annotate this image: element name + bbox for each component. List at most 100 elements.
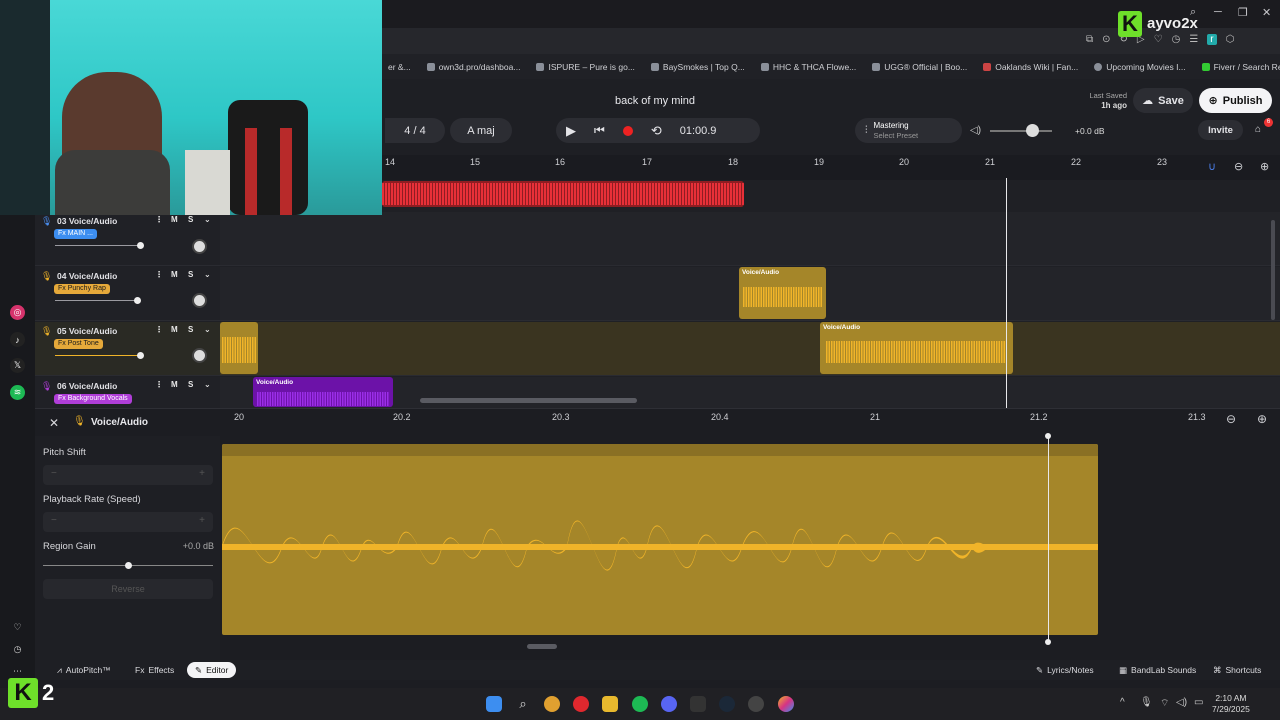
- track-name[interactable]: 04 Voice/Audio: [57, 271, 117, 281]
- audio-region-red[interactable]: [382, 181, 744, 207]
- track-volume-slider[interactable]: [55, 245, 140, 246]
- app-icon[interactable]: [748, 696, 764, 712]
- track-fx-chip[interactable]: Fx Post Tone: [54, 339, 103, 349]
- chevron-down-icon[interactable]: ⌄: [204, 270, 211, 279]
- close-icon[interactable]: ✕: [49, 416, 59, 430]
- bookmark-item[interactable]: own3d.pro/dashboa...: [419, 62, 529, 72]
- autopitch-button[interactable]: ⩘ AutoPitch™: [49, 662, 119, 678]
- folder-icon[interactable]: [602, 696, 618, 712]
- start-icon[interactable]: [486, 696, 502, 712]
- playhead-handle[interactable]: [1045, 433, 1051, 439]
- editor-ruler[interactable]: 20 20.2 20.3 20.4 21 21.2 21.3 ⊖ ⊕: [220, 408, 1280, 436]
- bookmark-item[interactable]: ISPURE – Pure is go...: [528, 62, 642, 72]
- vertical-scrollbar[interactable]: [1271, 220, 1275, 320]
- audio-region[interactable]: [220, 322, 258, 374]
- audio-region[interactable]: Voice/Audio: [253, 377, 393, 407]
- restore-icon[interactable]: ❐: [1238, 6, 1248, 19]
- record-icon[interactable]: [622, 125, 633, 136]
- track-lane-05[interactable]: Voice/Audio: [220, 322, 1280, 376]
- clock-icon[interactable]: ◷: [10, 642, 25, 657]
- track-name[interactable]: 03 Voice/Audio: [57, 216, 117, 226]
- reverse-button[interactable]: Reverse: [43, 579, 213, 599]
- editor-button[interactable]: ✎ Editor: [187, 662, 237, 678]
- track-volume-slider[interactable]: [55, 355, 140, 356]
- chevron-down-icon[interactable]: ⌄: [204, 380, 211, 389]
- discord-icon[interactable]: [661, 696, 677, 712]
- playhead-handle[interactable]: [1045, 639, 1051, 645]
- master-volume-slider[interactable]: [990, 130, 1052, 132]
- minus-icon[interactable]: −: [51, 468, 57, 479]
- pitch-shift-stepper[interactable]: − +: [43, 465, 213, 485]
- horizontal-scrollbar[interactable]: [420, 398, 637, 403]
- playhead[interactable]: [1006, 178, 1007, 408]
- bookmark-item[interactable]: Upcoming Movies I...: [1086, 62, 1193, 72]
- mic-icon[interactable]: 🎙: [1140, 697, 1153, 708]
- editor-waveform-region[interactable]: [222, 444, 1098, 635]
- audio-region[interactable]: Voice/Audio: [820, 322, 1013, 374]
- loop-icon[interactable]: ⟲: [651, 123, 662, 139]
- menu-icon[interactable]: ☰: [1189, 34, 1198, 45]
- audio-region[interactable]: Voice/Audio: [739, 267, 826, 319]
- bookmark-item[interactable]: Fiverr / Search Resul...: [1194, 62, 1280, 72]
- mute-button[interactable]: M: [171, 380, 178, 389]
- invite-button[interactable]: Invite: [1198, 120, 1243, 140]
- publish-button[interactable]: ⊕ Publish: [1199, 88, 1272, 113]
- zoom-in-icon[interactable]: ⊕: [1257, 412, 1267, 426]
- solo-button[interactable]: S: [188, 215, 193, 224]
- track-name[interactable]: 06 Voice/Audio: [57, 381, 117, 391]
- mastering-button[interactable]: ⫶ Mastering Select Preset: [855, 118, 962, 143]
- bookmark-item[interactable]: HHC & THCA Flowe...: [753, 62, 864, 72]
- track-header-06[interactable]: 🎙 06 Voice/Audio Fx Background Vocals ⋮ …: [35, 377, 220, 408]
- solo-button[interactable]: S: [188, 380, 193, 389]
- track-lane-06[interactable]: Voice/Audio: [220, 377, 1280, 408]
- snap-magnet-icon[interactable]: ∪: [1208, 160, 1216, 173]
- track-volume-knob[interactable]: [134, 297, 141, 304]
- playback-rate-stepper[interactable]: − +: [43, 512, 213, 532]
- extension-icon[interactable]: ⊙: [1102, 34, 1110, 45]
- track-menu-icon[interactable]: ⋮: [155, 270, 163, 279]
- mute-button[interactable]: M: [171, 270, 178, 279]
- bookmark-item[interactable]: er &...: [380, 62, 419, 72]
- system-clock[interactable]: 2:10 AM 7/29/2025: [1212, 693, 1250, 715]
- solo-button[interactable]: S: [188, 270, 193, 279]
- epic-games-icon[interactable]: [690, 696, 706, 712]
- effects-button[interactable]: Fx Effects: [127, 662, 182, 678]
- track-volume-knob[interactable]: [137, 352, 144, 359]
- x-icon[interactable]: 𝕏: [10, 358, 25, 373]
- zoom-in-icon[interactable]: ⊕: [1260, 160, 1269, 173]
- mute-button[interactable]: M: [171, 325, 178, 334]
- editor-playhead[interactable]: [1048, 436, 1049, 643]
- volume-icon[interactable]: ◁): [970, 125, 981, 136]
- plus-icon[interactable]: +: [199, 515, 205, 526]
- minimize-icon[interactable]: ─: [1214, 6, 1222, 18]
- spotify-icon[interactable]: [632, 696, 648, 712]
- editor-scrollbar[interactable]: [527, 644, 557, 649]
- chevron-up-icon[interactable]: ^: [1120, 697, 1125, 708]
- bandlab-sounds-button[interactable]: ▦ BandLab Sounds: [1111, 662, 1204, 678]
- track-lane-04[interactable]: Voice/Audio: [220, 267, 1280, 321]
- skip-back-icon[interactable]: ⏮: [594, 123, 605, 138]
- track-menu-icon[interactable]: ⋮: [155, 325, 163, 334]
- instagram-icon[interactable]: ◎: [10, 305, 25, 320]
- track-fx-chip[interactable]: Fx MAIN ...: [54, 229, 97, 239]
- pan-knob[interactable]: [192, 293, 207, 308]
- track-fx-chip[interactable]: Fx Background Vocals: [54, 394, 132, 404]
- track-menu-icon[interactable]: ⋮: [155, 215, 163, 224]
- track-volume-slider[interactable]: [55, 300, 140, 301]
- chevron-down-icon[interactable]: ⌄: [204, 215, 211, 224]
- gift-icon[interactable]: ⌂: [1255, 124, 1261, 135]
- track-volume-knob[interactable]: [137, 242, 144, 249]
- key-selector[interactable]: A maj: [450, 118, 512, 143]
- zoom-out-icon[interactable]: ⊖: [1226, 412, 1236, 426]
- opera-icon[interactable]: [573, 696, 589, 712]
- extension-icon[interactable]: ⧉: [1086, 34, 1093, 45]
- master-volume-knob[interactable]: [1026, 124, 1039, 137]
- region-gain-knob[interactable]: [125, 562, 132, 569]
- shortcuts-button[interactable]: ⌘ Shortcuts: [1205, 662, 1269, 678]
- pan-knob[interactable]: [192, 348, 207, 363]
- spotify-icon[interactable]: ≋: [10, 385, 25, 400]
- tiktok-icon[interactable]: ♪: [10, 332, 25, 347]
- track-name[interactable]: 05 Voice/Audio: [57, 326, 117, 336]
- history-icon[interactable]: ◷: [1172, 34, 1181, 45]
- plus-icon[interactable]: +: [199, 468, 205, 479]
